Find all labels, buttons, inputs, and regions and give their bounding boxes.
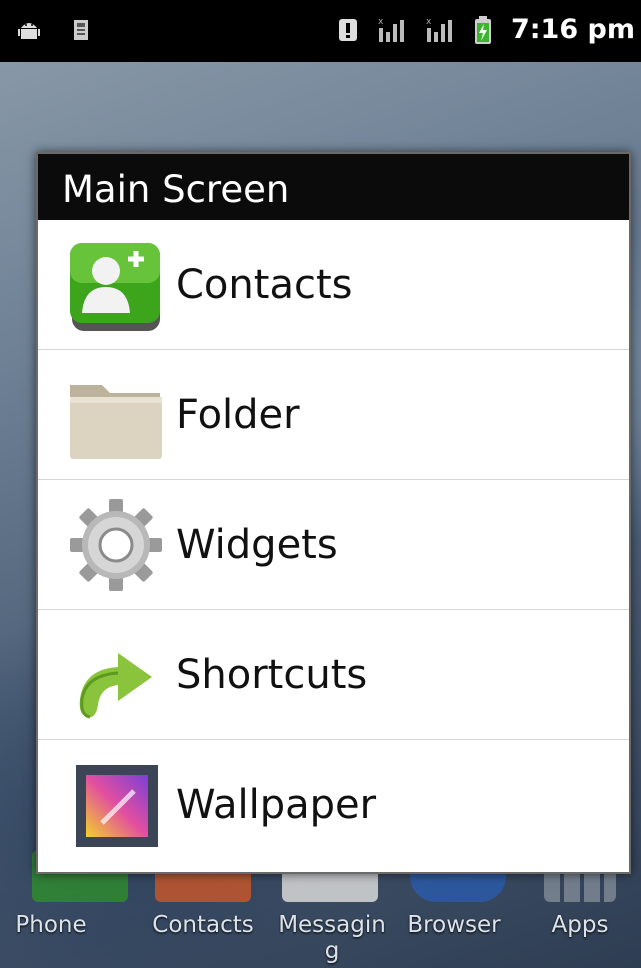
menu-item-label: Wallpaper bbox=[176, 781, 377, 828]
contacts-icon bbox=[70, 242, 160, 331]
alert-icon bbox=[338, 18, 357, 41]
dock-label: Apps bbox=[551, 912, 609, 938]
svg-text:x: x bbox=[378, 17, 384, 27]
signal-icon-1: x bbox=[378, 17, 404, 42]
sd-card-icon bbox=[74, 20, 88, 40]
menu-item-shortcuts[interactable]: Shortcuts bbox=[38, 609, 629, 739]
menu-item-widgets[interactable]: Widgets bbox=[38, 479, 629, 609]
gear-icon bbox=[70, 498, 162, 591]
main-screen-dialog: Main Screen Contacts Folder Widgets Shor… bbox=[36, 152, 631, 874]
status-bar: x x 7:16 pm bbox=[0, 0, 641, 62]
battery-charging-icon bbox=[474, 15, 491, 44]
folder-icon bbox=[70, 384, 162, 459]
dock-label: Messagin g bbox=[278, 912, 386, 964]
status-time: 7:16 pm bbox=[510, 14, 635, 45]
arrow-icon bbox=[79, 652, 152, 718]
menu-item-label: Widgets bbox=[176, 521, 338, 568]
svg-text:x: x bbox=[426, 17, 432, 27]
menu-item-label: Shortcuts bbox=[176, 651, 368, 698]
dock-label: Contacts bbox=[152, 912, 254, 938]
signal-icon-2: x bbox=[426, 17, 452, 42]
dialog-title: Main Screen bbox=[38, 154, 629, 220]
dock-label: Browser bbox=[407, 912, 501, 938]
menu-item-folder[interactable]: Folder bbox=[38, 349, 629, 479]
picture-icon bbox=[76, 764, 158, 847]
dock-label: Phone bbox=[15, 912, 87, 938]
menu-item-label: Folder bbox=[176, 391, 300, 438]
dialog-menu: Contacts Folder Widgets Shortcuts Wallpa… bbox=[38, 220, 629, 869]
menu-item-contacts[interactable]: Contacts bbox=[38, 220, 629, 349]
android-debug-icon bbox=[18, 23, 40, 39]
menu-item-label: Contacts bbox=[176, 261, 353, 308]
menu-item-wallpaper[interactable]: Wallpaper bbox=[38, 739, 629, 869]
